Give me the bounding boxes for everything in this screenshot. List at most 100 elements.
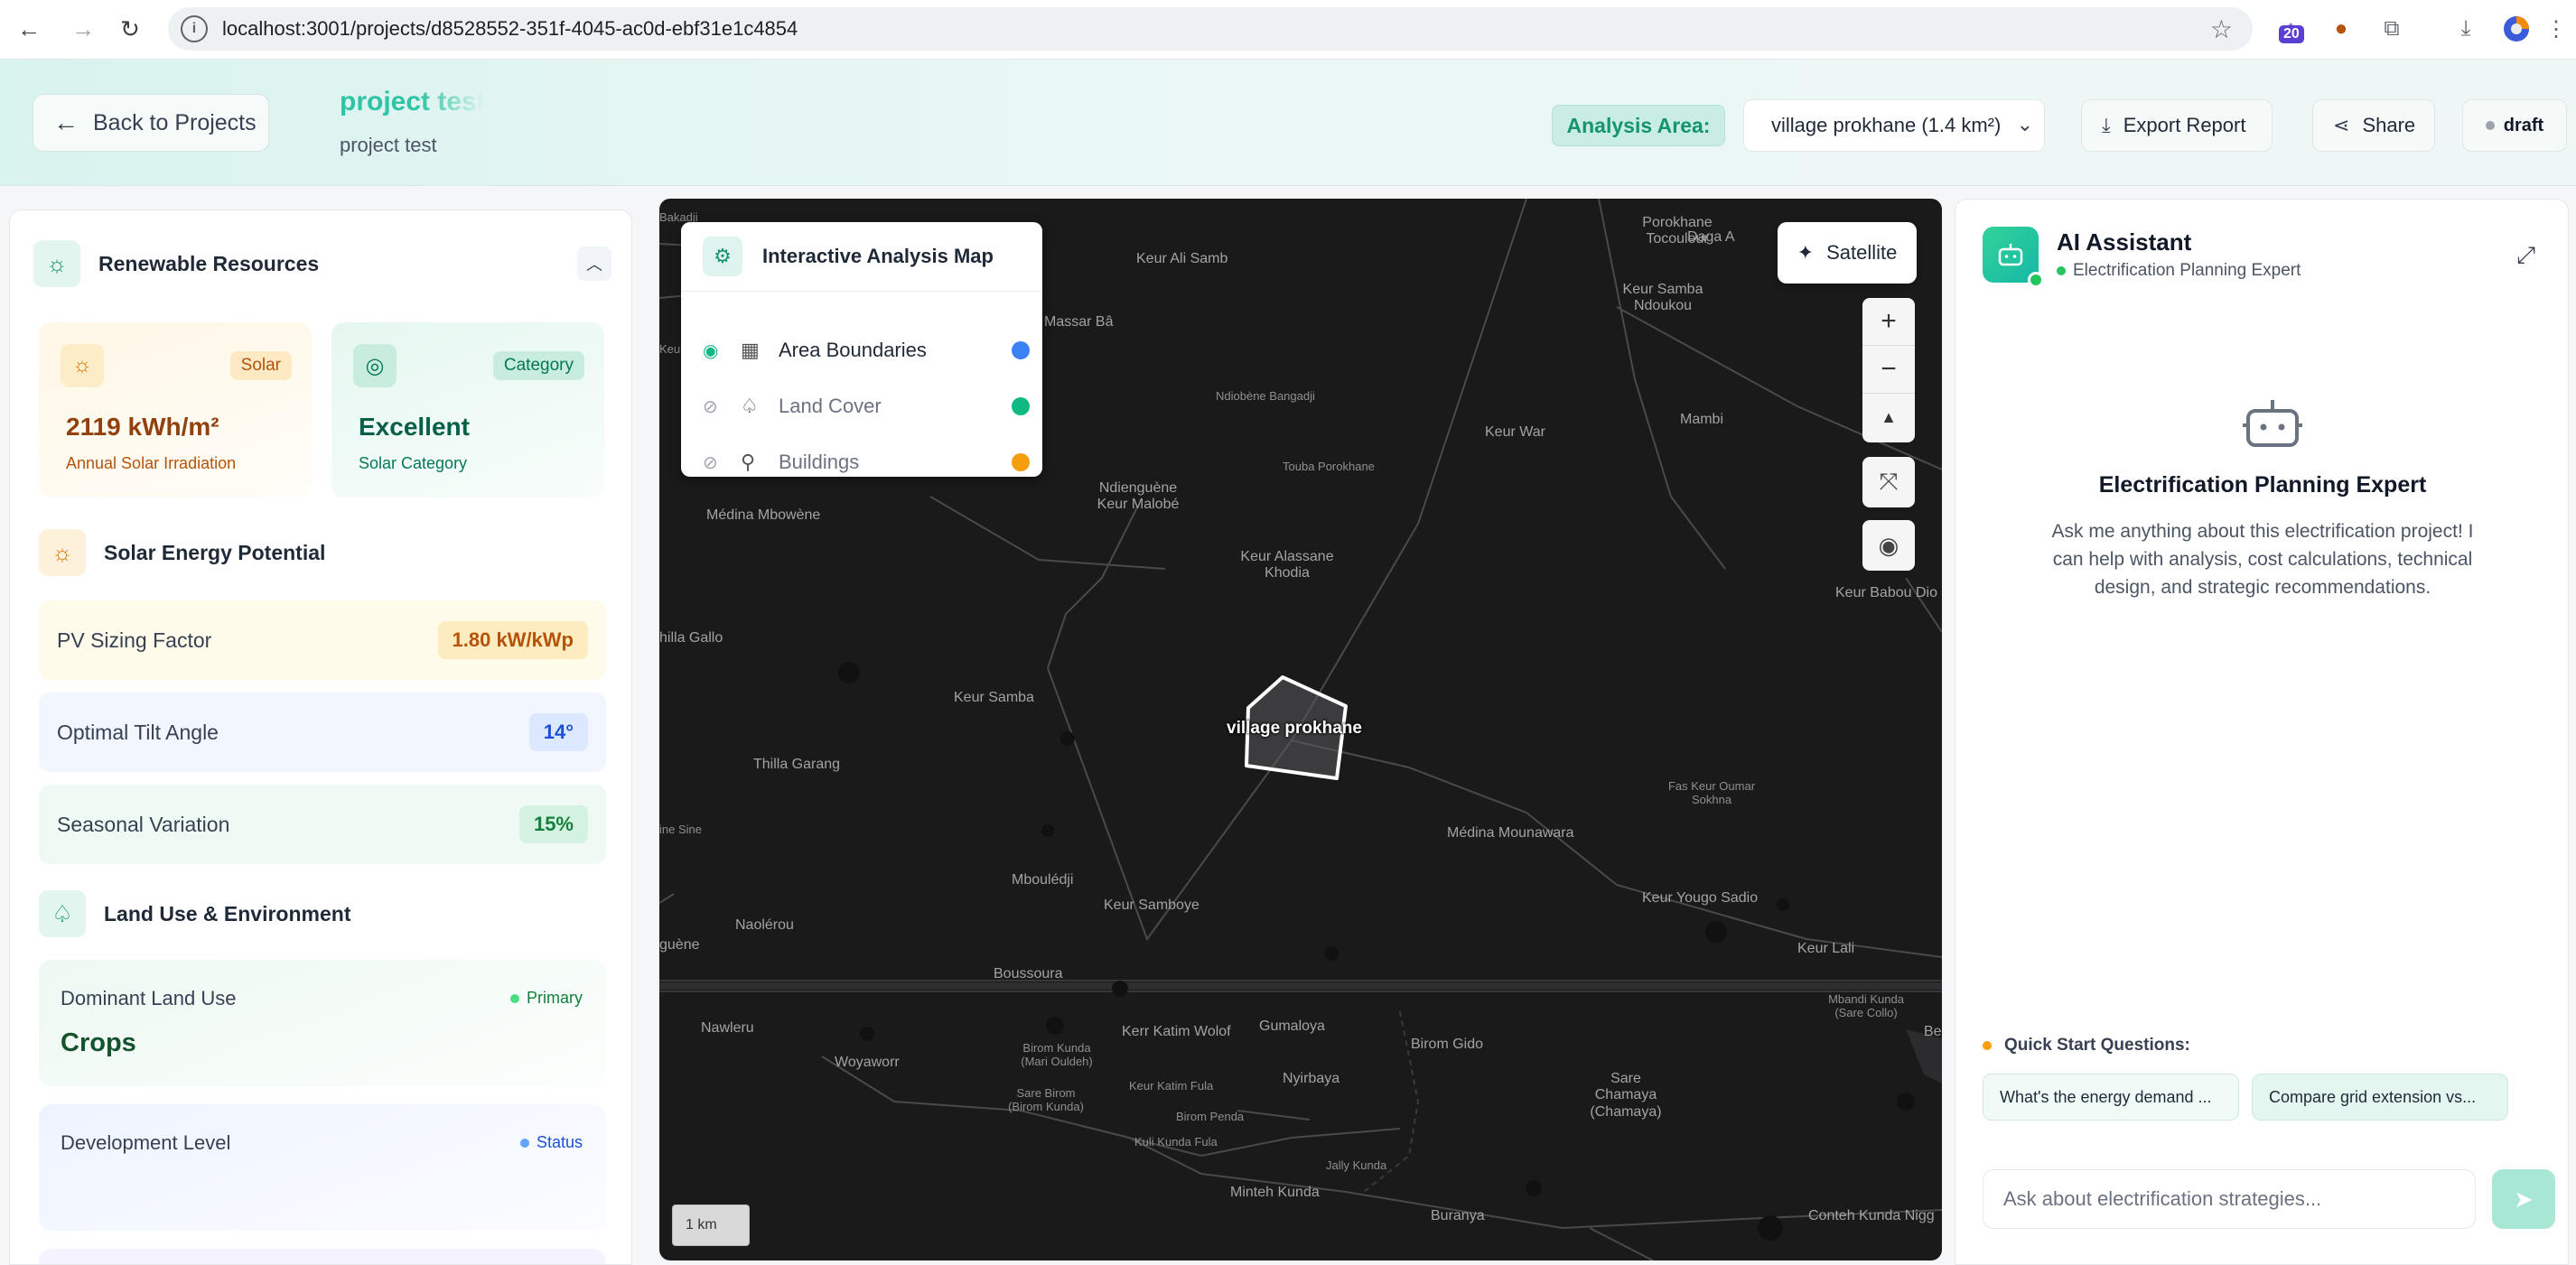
extensions-puzzle-icon[interactable]: ⧉	[2375, 13, 2408, 45]
download-icon[interactable]: ⤓	[2450, 13, 2482, 45]
layers-header: ⚙ Interactive Analysis Map	[703, 237, 994, 276]
map-label: Keur Yougo Sadio	[1642, 890, 1759, 906]
map-label: Keur Samba Ndoukou	[1622, 282, 1703, 314]
divider	[681, 291, 1042, 292]
label-dot	[1983, 1041, 1992, 1050]
metric-value: 1.80 kW/kWp	[437, 621, 588, 659]
assistant-subtitle: Electrification Planning Expert	[2057, 261, 2301, 281]
quick-start-label: Quick Start Questions:	[1983, 1036, 2190, 1056]
pv-sizing-row: PV Sizing Factor 1.80 kW/kWp	[39, 600, 606, 680]
site-info-icon[interactable]: i	[181, 15, 208, 42]
layer-name: Buildings	[779, 451, 860, 473]
eye-off-icon[interactable]: ⊘	[703, 451, 728, 474]
app-header: ← Back to Projects project test project …	[0, 60, 2576, 186]
layer-color-dot	[1012, 397, 1030, 415]
grid-icon: ▦	[741, 339, 760, 361]
tag-dot	[510, 993, 519, 1003]
renewable-resources-header[interactable]: ☼ Renewable Resources ︿	[33, 237, 611, 290]
avatar[interactable]	[2500, 13, 2533, 45]
solar-irradiation-value: 2119 kWh/m²	[66, 413, 219, 441]
page-title: project test	[340, 87, 484, 116]
back-label: Back to Projects	[93, 109, 257, 135]
chat-input[interactable]	[1983, 1169, 2476, 1229]
online-indicator	[2028, 272, 2044, 288]
eye-icon[interactable]: ◉	[703, 340, 728, 362]
map-view[interactable]: Keur Ali Samb Massar Bâ Porokhane Tocoul…	[659, 199, 1942, 1260]
quick-question-chip[interactable]: What's the energy demand ...	[1983, 1074, 2239, 1121]
solar-potential-header: ☼ Solar Energy Potential	[39, 526, 617, 579]
map-label: guène	[659, 937, 700, 953]
layer-land-cover[interactable]: ⊘ ♤ Land Cover	[703, 388, 1030, 424]
target-icon: ◎	[353, 344, 397, 387]
solar-irradiation-caption: Annual Solar Irradiation	[66, 454, 237, 472]
analysis-area-select[interactable]: village prokhane (1.4 km²) ⌄	[1743, 99, 2045, 152]
map-label: Daga A	[1687, 229, 1735, 245]
quick-question-chip[interactable]: Compare grid extension vs...	[2252, 1074, 2508, 1121]
map-layers-panel: ⚙ Interactive Analysis Map ◉ ▦ Area Boun…	[681, 222, 1042, 477]
share-button[interactable]: ⋖ Share	[2312, 99, 2435, 152]
status-tag: Status	[519, 1133, 583, 1152]
map-label: hilla Gallo	[659, 630, 723, 646]
map-label: Keur Samba	[954, 690, 1034, 705]
compass-icon[interactable]: ▲	[1862, 394, 1915, 442]
tree-icon: ♤	[39, 890, 86, 937]
map-label: Keur War	[1485, 424, 1545, 440]
map-label: Birom Penda	[1176, 1110, 1245, 1123]
export-report-button[interactable]: ⤓ Export Report	[2081, 99, 2273, 152]
expand-icon[interactable]: ⤢	[2516, 241, 2535, 270]
bookmark-star-icon[interactable]: ☆	[2210, 14, 2233, 44]
map-label: Nyirbaya	[1283, 1071, 1340, 1086]
forward-arrow-icon[interactable]: →	[67, 13, 99, 45]
profile-extension-icon[interactable]: ●	[2325, 13, 2357, 45]
map-label: Mbandi Kunda (Sare Collo)	[1828, 992, 1904, 1019]
address-bar[interactable]: i localhost:3001/projects/d8528552-351f-…	[168, 7, 2253, 51]
map-label: Keur Katim Fula	[1129, 1079, 1214, 1093]
map-label: Mboulédji	[1012, 872, 1074, 888]
sun-icon: ☼	[61, 344, 104, 387]
arrow-left-icon: ←	[53, 108, 79, 136]
map-label: Jally Kunda	[1326, 1158, 1387, 1172]
locate-icon[interactable]: ◉	[1862, 520, 1915, 571]
solar-category-caption: Solar Category	[359, 454, 468, 472]
development-level-card: Development Level Status	[39, 1104, 606, 1231]
zoom-out-icon[interactable]: −	[1862, 346, 1915, 394]
map-label: Naolérou	[735, 917, 794, 933]
chevron-up-icon[interactable]: ︿	[577, 246, 611, 281]
fullscreen-icon[interactable]: ⤧	[1862, 457, 1915, 507]
map-label: Ndiobène Bangadji	[1216, 389, 1315, 403]
zoom-in-icon[interactable]: +	[1862, 298, 1915, 346]
reload-icon[interactable]: ↻	[114, 13, 146, 45]
expert-description: Ask me anything about this electrificati…	[2051, 521, 2474, 598]
back-to-projects-button[interactable]: ← Back to Projects	[33, 94, 269, 152]
map-label: Kuli Kunda Fula	[1134, 1135, 1218, 1149]
status-dot	[2485, 121, 2495, 130]
map-label: Be	[1924, 1024, 1942, 1039]
menu-kebab-icon[interactable]: ⋮	[2540, 13, 2572, 45]
send-button[interactable]: ➤	[2492, 1169, 2555, 1229]
extension-badge: 20	[2279, 25, 2304, 43]
metric-value: 15%	[518, 805, 588, 843]
back-arrow-icon[interactable]: ←	[13, 13, 45, 45]
download-icon: ⤓	[2102, 114, 2111, 136]
layer-area-boundaries[interactable]: ◉ ▦ Area Boundaries	[703, 332, 1030, 368]
layer-color-dot	[1012, 341, 1030, 359]
seasonal-variation-row: Seasonal Variation 15%	[39, 785, 606, 864]
assistant-subtitle-text: Electrification Planning Expert	[2073, 261, 2301, 280]
category-badge: Category	[492, 351, 584, 380]
browser-toolbar: ← → ↻ i localhost:3001/projects/d8528552…	[0, 0, 2576, 60]
satellite-toggle-button[interactable]: ✦ Satellite	[1778, 222, 1917, 284]
layer-color-dot	[1012, 453, 1030, 471]
layer-buildings[interactable]: ⊘ ⚲ Buildings	[703, 444, 1030, 480]
map-label: Boussoura	[994, 966, 1063, 981]
map-label: Keur Babou Dio	[1835, 585, 1937, 600]
map-label: Mambi	[1680, 412, 1724, 427]
development-label: Development Level	[61, 1131, 231, 1154]
expert-title: Electrification Planning Expert	[2098, 472, 2427, 498]
map-label: Gumaloya	[1259, 1019, 1325, 1034]
map-label: Touba Porokhane	[1283, 460, 1375, 473]
eye-off-icon[interactable]: ⊘	[703, 395, 728, 418]
map-label: Keur Alassane Khodia	[1240, 549, 1334, 581]
url-text: localhost:3001/projects/d8528552-351f-40…	[222, 17, 798, 40]
status-badge[interactable]: draft	[2462, 99, 2567, 152]
map-label: Kerr Katim Wolof	[1122, 1024, 1231, 1039]
